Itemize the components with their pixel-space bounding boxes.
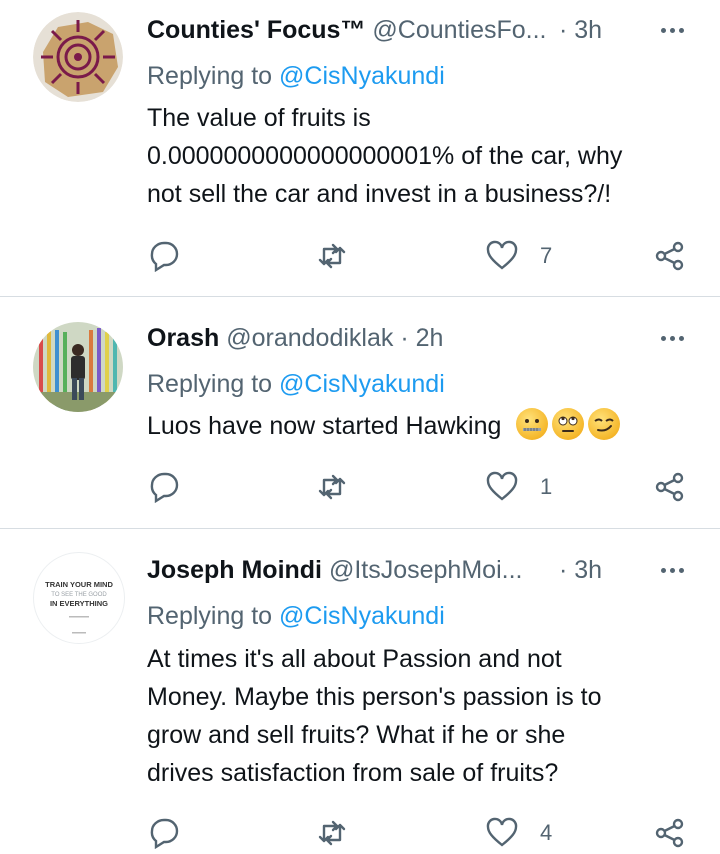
replying-to: Replying to @CisNyakundi [147, 598, 445, 634]
reply-button[interactable] [148, 236, 180, 276]
avatar-text-line-2: TO SEE THE GOOD [51, 592, 107, 598]
person-photo-icon [33, 322, 123, 412]
like-count: 1 [540, 474, 553, 499]
avatar-joseph-moindi[interactable]: TRAIN YOUR MIND TO SEE THE GOOD IN EVERY… [33, 552, 125, 644]
retweet-button[interactable] [316, 467, 348, 507]
share-button[interactable] [654, 236, 686, 276]
tweet-text-line: grow and sell fruits? What if he or she [147, 721, 566, 749]
avatar-text-line-3: IN EVERYTHING [50, 599, 108, 608]
tweet-text-line: Luos have now started Hawking [147, 412, 502, 440]
tweet-3[interactable]: TRAIN YOUR MIND TO SEE THE GOOD IN EVERY… [0, 529, 720, 854]
mention-link[interactable]: @CisNyakundi [279, 602, 445, 630]
like-button[interactable]: 4 [486, 813, 552, 853]
tweet-text-line: not sell the car and invest in a busines… [147, 180, 612, 208]
tweet-text-line: At times it's all about Passion and not [147, 645, 562, 673]
retweet-icon [318, 474, 346, 500]
tweet-text-line: Money. Maybe this person's passion is to [147, 683, 602, 711]
text-quote-logo-icon: TRAIN YOUR MIND TO SEE THE GOOD IN EVERY… [45, 580, 113, 634]
replying-to: Replying to @CisNyakundi [147, 366, 445, 402]
like-count: 7 [540, 243, 553, 268]
display-name[interactable]: Joseph Moindi [147, 556, 322, 584]
tweet-header: Joseph Moindi @ItsJosephMoi... · 3h [147, 552, 690, 588]
tweet-text: At times it's all about Passion and not … [147, 640, 687, 792]
more-icon[interactable] [656, 552, 688, 588]
display-name[interactable]: Counties' Focus™ [147, 16, 365, 44]
like-icon [486, 817, 518, 847]
tweet-1[interactable]: Counties' Focus™ @CountiesFo... · 3h Rep… [0, 0, 720, 296]
tweet-text: Luos have now started Hawking [147, 407, 687, 445]
mention-link[interactable]: @CisNyakundi [279, 62, 445, 90]
user-handle[interactable]: @orandodiklak [226, 324, 393, 352]
reply-icon [150, 472, 179, 503]
reply-button[interactable] [148, 467, 180, 507]
timestamp[interactable]: · 3h [559, 12, 602, 48]
tweet-actions: 7 [0, 236, 720, 276]
tweet-text: The value of fruits is 0.000000000000000… [147, 99, 687, 213]
like-button[interactable]: 1 [486, 467, 552, 507]
like-button[interactable]: 7 [486, 236, 552, 276]
avatar-text-line-1: TRAIN YOUR MIND [45, 580, 113, 589]
replying-to-label: Replying to [147, 62, 280, 90]
user-handle[interactable]: @ItsJosephMoi... [329, 556, 523, 584]
like-icon [486, 471, 518, 501]
display-name[interactable]: Orash [147, 324, 219, 352]
avatar-orash[interactable] [33, 322, 123, 412]
share-button[interactable] [654, 467, 686, 507]
zipper-mouth-face-icon [516, 408, 549, 440]
tweet-header: Counties' Focus™ @CountiesFo... · 3h [147, 12, 690, 48]
tweet-header: Orash @orandodiklak · 2h [147, 320, 690, 356]
tweet-2[interactable]: Orash @orandodiklak · 2h Replying to @Ci… [0, 297, 720, 528]
retweet-icon [318, 820, 346, 846]
replying-to: Replying to @CisNyakundi [147, 58, 445, 94]
retweet-button[interactable] [316, 813, 348, 853]
smirking-face-icon [588, 408, 621, 440]
share-icon [655, 472, 684, 502]
retweet-icon [318, 243, 346, 269]
share-icon [655, 818, 684, 848]
like-count: 4 [540, 820, 553, 845]
replying-to-label: Replying to [147, 370, 280, 398]
more-icon[interactable] [656, 320, 688, 356]
reply-icon [150, 818, 179, 849]
tweet-actions: 1 [0, 467, 720, 507]
tweet-text-line: The value of fruits is [147, 104, 371, 132]
more-icon[interactable] [656, 12, 688, 48]
like-icon [486, 240, 518, 270]
timestamp[interactable]: · 2h [400, 324, 443, 352]
tweet-actions: 4 [0, 813, 720, 853]
mention-link[interactable]: @CisNyakundi [279, 370, 445, 398]
replying-to-label: Replying to [147, 602, 280, 630]
share-icon [655, 241, 684, 271]
tweet-text-line: drives satisfaction from sale of fruits? [147, 759, 559, 787]
timestamp[interactable]: · 3h [559, 552, 602, 588]
reply-icon [150, 241, 179, 272]
tweet-text-line: 0.0000000000000000001% of the car, why [147, 142, 623, 170]
share-button[interactable] [654, 813, 686, 853]
face-with-rolling-eyes-icon [552, 408, 585, 440]
user-handle[interactable]: @CountiesFo... [372, 16, 546, 44]
retweet-button[interactable] [316, 236, 348, 276]
compass-logo-icon [33, 12, 123, 102]
reply-button[interactable] [148, 813, 180, 853]
avatar-counties-focus[interactable] [33, 12, 123, 102]
